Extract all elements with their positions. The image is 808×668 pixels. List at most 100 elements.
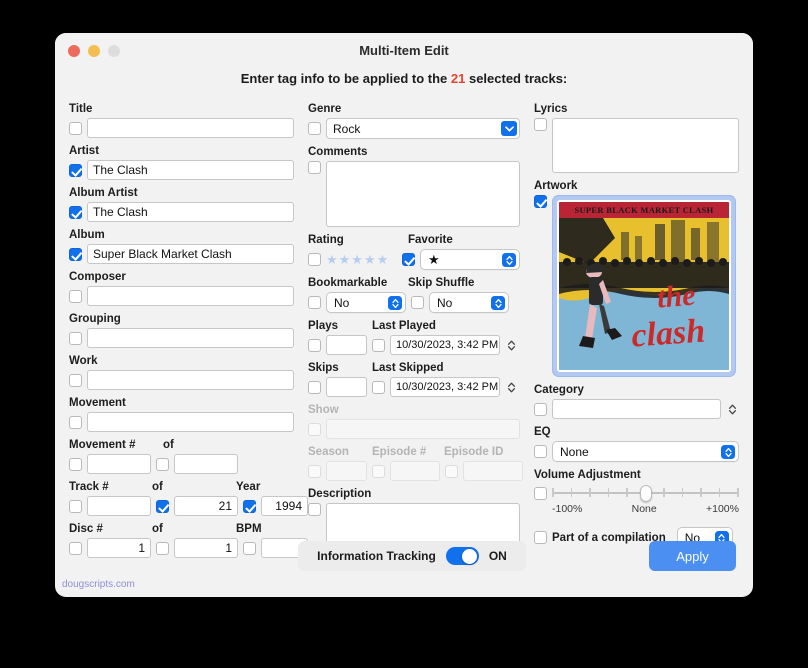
favorite-checkbox[interactable] — [402, 253, 415, 266]
bookmarkable-checkbox[interactable] — [308, 296, 321, 309]
favorite-label: Favorite — [408, 234, 453, 246]
last-played-stepper[interactable] — [505, 335, 518, 355]
plays-checkbox[interactable] — [308, 338, 321, 352]
track-number-label: Track # — [69, 481, 109, 493]
artwork-well[interactable]: SUPER BLACK MARKET CLASH the clash — [552, 195, 736, 377]
eq-checkbox[interactable] — [534, 445, 547, 458]
movement-number-checkbox[interactable] — [69, 457, 82, 471]
information-tracking-toggle[interactable] — [445, 547, 479, 565]
description-checkbox[interactable] — [308, 503, 321, 516]
movement-of-checkbox[interactable] — [156, 457, 169, 471]
genre-value: Rock — [333, 121, 361, 136]
artwork-checkbox[interactable] — [534, 195, 547, 208]
window-footer: Information Tracking ON Apply dougscript… — [55, 533, 753, 597]
rating-favorite-labels: Rating Favorite — [308, 233, 520, 249]
last-skipped-input[interactable]: 10/30/2023, 3:42 PM — [390, 377, 500, 397]
last-skipped-stepper[interactable] — [505, 377, 518, 397]
last-skipped-checkbox[interactable] — [372, 380, 385, 394]
apply-button[interactable]: Apply — [649, 541, 736, 571]
skip-shuffle-popup[interactable]: No — [429, 292, 509, 313]
volume-mid-label: None — [631, 503, 657, 515]
category-input[interactable] — [552, 399, 721, 419]
description-label: Description — [308, 488, 372, 500]
updown-chevron-icon[interactable] — [502, 253, 516, 267]
category-checkbox[interactable] — [534, 402, 547, 416]
eq-popup[interactable]: None — [552, 441, 739, 462]
genre-checkbox[interactable] — [308, 122, 321, 135]
movement-number-labels: Movement # of — [69, 438, 294, 454]
episode-number-input — [390, 461, 440, 481]
composer-input[interactable] — [87, 286, 294, 306]
rating-label: Rating — [308, 234, 344, 246]
album-artist-input[interactable]: The Clash — [87, 202, 294, 222]
lyrics-row — [534, 118, 739, 173]
rating-checkbox[interactable] — [308, 253, 321, 266]
comments-checkbox[interactable] — [308, 161, 321, 174]
artwork-label: Artwork — [534, 180, 578, 192]
information-tracking-control[interactable]: Information Tracking ON — [298, 541, 526, 571]
rating-stars[interactable]: ★★★★★ — [326, 252, 397, 268]
season-checkbox — [308, 464, 321, 478]
plays-input[interactable] — [326, 335, 367, 355]
skips-checkbox[interactable] — [308, 380, 321, 394]
updown-chevron-icon[interactable] — [491, 296, 505, 310]
movement-input[interactable] — [87, 412, 294, 432]
lyrics-checkbox[interactable] — [534, 118, 547, 131]
episode-number-label: Episode # — [372, 446, 427, 458]
last-skipped-label: Last Skipped — [372, 362, 444, 374]
title-input[interactable] — [87, 118, 294, 138]
artwork-svg: the clash — [559, 218, 729, 370]
category-stepper[interactable] — [726, 399, 739, 419]
work-row — [69, 370, 294, 390]
track-of-checkbox[interactable] — [156, 499, 169, 513]
favorite-star-icon: ★ — [428, 251, 440, 267]
episode-number-checkbox — [372, 464, 385, 478]
updown-chevron-icon[interactable] — [388, 296, 402, 310]
work-input[interactable] — [87, 370, 294, 390]
bookmarkable-popup[interactable]: No — [326, 292, 406, 313]
album-artist-checkbox[interactable] — [69, 205, 82, 219]
comments-input[interactable] — [326, 161, 520, 227]
grouping-input[interactable] — [87, 328, 294, 348]
chevron-down-icon[interactable] — [501, 121, 517, 136]
track-of-input[interactable]: 21 — [174, 496, 238, 516]
favorite-popup[interactable]: ★ — [420, 249, 520, 270]
dougscripts-link[interactable]: dougscripts.com — [62, 579, 135, 590]
album-checkbox[interactable] — [69, 247, 82, 261]
album-artwork-image[interactable]: SUPER BLACK MARKET CLASH the clash — [557, 200, 731, 372]
composer-checkbox[interactable] — [69, 289, 82, 303]
subtitle: Enter tag info to be applied to the 21 s… — [55, 71, 753, 86]
artwork-album-title: SUPER BLACK MARKET CLASH — [559, 202, 729, 218]
last-played-checkbox[interactable] — [372, 338, 385, 352]
plays-labels: Plays Last Played — [308, 319, 520, 335]
year-input[interactable]: 1994 — [261, 496, 308, 516]
eq-value: None — [560, 444, 589, 459]
show-row — [308, 419, 520, 439]
year-checkbox[interactable] — [243, 499, 256, 513]
skip-shuffle-checkbox[interactable] — [411, 296, 424, 309]
svg-text:clash: clash — [630, 313, 706, 355]
category-label: Category — [534, 384, 584, 396]
artist-checkbox[interactable] — [69, 163, 82, 177]
movement-number-input[interactable] — [87, 454, 151, 474]
album-row: Super Black Market Clash — [69, 244, 294, 264]
album-input[interactable]: Super Black Market Clash — [87, 244, 294, 264]
slider-thumb[interactable] — [639, 485, 652, 502]
work-checkbox[interactable] — [69, 373, 82, 387]
volume-checkbox[interactable] — [534, 486, 547, 500]
grouping-checkbox[interactable] — [69, 331, 82, 345]
last-played-input[interactable]: 10/30/2023, 3:42 PM — [390, 335, 500, 355]
updown-chevron-icon[interactable] — [721, 445, 735, 459]
skips-input[interactable] — [326, 377, 367, 397]
title-bar: Multi-Item Edit — [55, 33, 753, 69]
track-number-checkbox[interactable] — [69, 499, 82, 513]
movement-of-input[interactable] — [174, 454, 238, 474]
show-label: Show — [308, 404, 339, 416]
artist-input[interactable]: The Clash — [87, 160, 294, 180]
track-number-input[interactable] — [87, 496, 151, 516]
lyrics-input[interactable] — [552, 118, 739, 173]
genre-combobox[interactable]: Rock — [326, 118, 520, 139]
volume-slider[interactable] — [552, 484, 739, 502]
movement-checkbox[interactable] — [69, 415, 82, 429]
title-checkbox[interactable] — [69, 121, 82, 135]
